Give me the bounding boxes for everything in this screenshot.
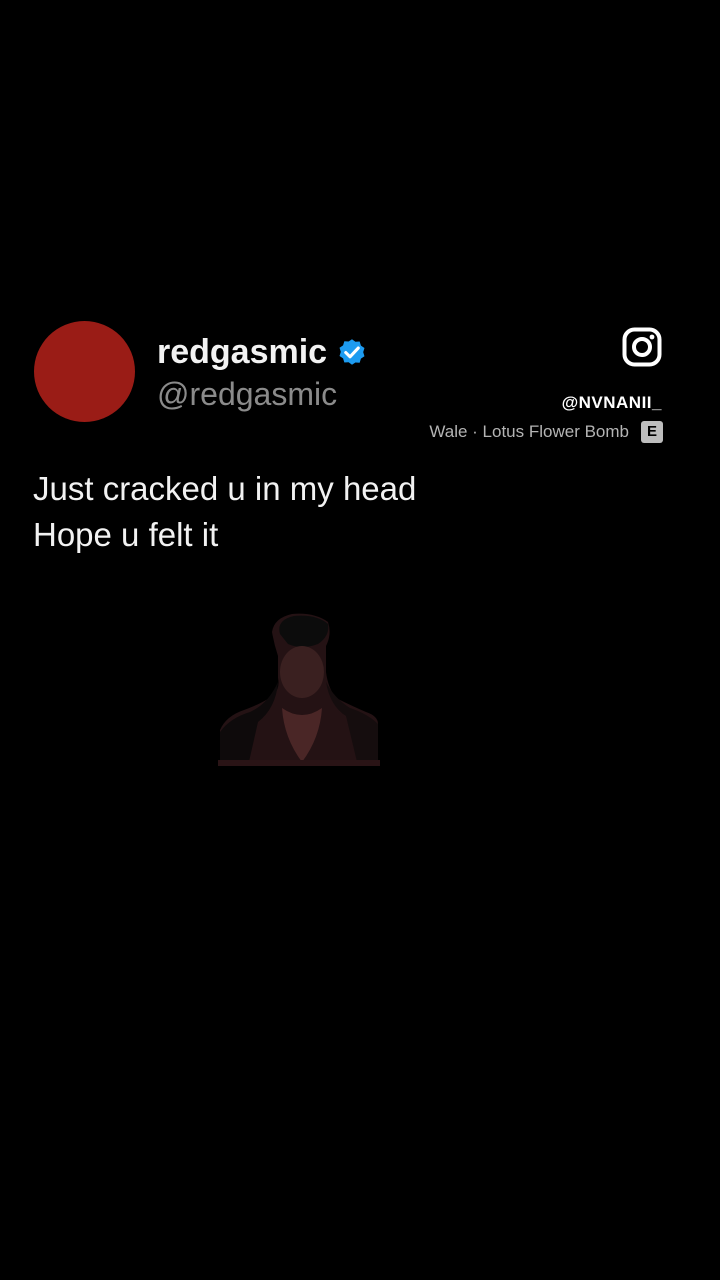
tweet-text: Just cracked u in my head Hope u felt it — [33, 466, 416, 558]
author-name-row: redgasmic — [157, 330, 369, 374]
tweet-line: Hope u felt it — [33, 516, 219, 553]
music-sticker[interactable]: Wale · Lotus Flower Bomb E — [429, 421, 663, 443]
person-cutout-image — [218, 613, 380, 766]
tweet-line: Just cracked u in my head — [33, 470, 417, 507]
instagram-handle[interactable]: @NVNANII_ — [562, 392, 662, 414]
verified-badge-icon — [339, 339, 365, 365]
author-display-name: redgasmic — [157, 333, 328, 371]
author-handle: @redgasmic — [157, 376, 338, 412]
song-title: Wale · Lotus Flower Bomb — [429, 422, 629, 441]
instagram-icon[interactable] — [622, 327, 662, 367]
explicit-badge: E — [641, 421, 663, 443]
avatar[interactable] — [34, 321, 135, 422]
